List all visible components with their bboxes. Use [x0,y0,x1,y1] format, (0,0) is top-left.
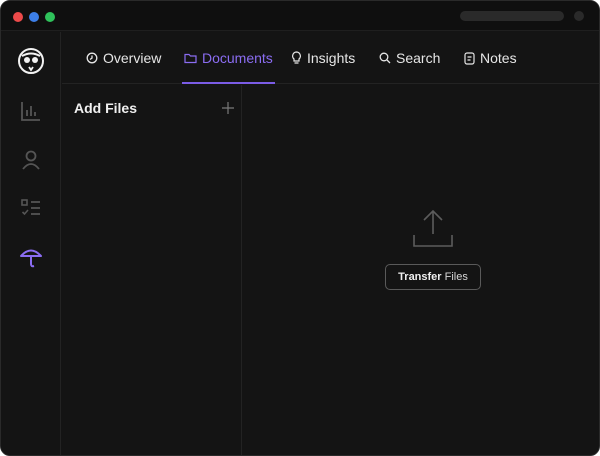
tab-overview[interactable]: Overview [86,32,161,84]
clock-icon [86,52,98,64]
lightbulb-icon [292,51,301,64]
titlebar-search-bar[interactable] [460,11,564,21]
tab-insights[interactable]: Insights [291,32,355,84]
app-window: Overview Documents Insights Search Notes… [0,0,600,456]
tab-overview-label: Overview [103,50,162,66]
transfer-button-rest: Files [444,271,468,283]
minimize-window-button[interactable] [29,12,39,22]
files-panel: Add Files [62,85,242,455]
note-icon [464,51,475,65]
plus-icon[interactable] [219,99,237,117]
folder-icon [184,53,197,64]
titlebar-menu-dot[interactable] [574,11,584,21]
bar-chart-icon[interactable] [17,97,45,125]
search-icon [379,52,391,64]
sidebar-rail [1,32,61,455]
checklist-icon[interactable] [17,194,45,222]
title-bar [1,1,599,31]
tab-search[interactable]: Search [379,32,440,84]
user-icon[interactable] [17,146,45,174]
top-nav: Overview Documents Insights Search Notes [62,32,599,84]
tab-notes-label: Notes [480,50,517,66]
maximize-window-button[interactable] [45,12,55,22]
close-window-button[interactable] [13,12,23,22]
tab-documents-label: Documents [202,50,273,66]
tab-documents[interactable]: Documents [182,32,275,84]
tab-insights-label: Insights [307,50,356,66]
main-content: Transfer Files [243,85,599,455]
umbrella-icon[interactable] [17,243,45,271]
tab-notes[interactable]: Notes [464,32,517,84]
transfer-button-bold: Transfer [398,271,442,283]
tab-search-label: Search [396,50,441,66]
owl-logo-icon[interactable] [17,47,45,75]
panel-title: Add Files [74,100,138,116]
transfer-files-button[interactable]: Transfer Files [385,264,481,290]
upload-icon [411,208,455,250]
